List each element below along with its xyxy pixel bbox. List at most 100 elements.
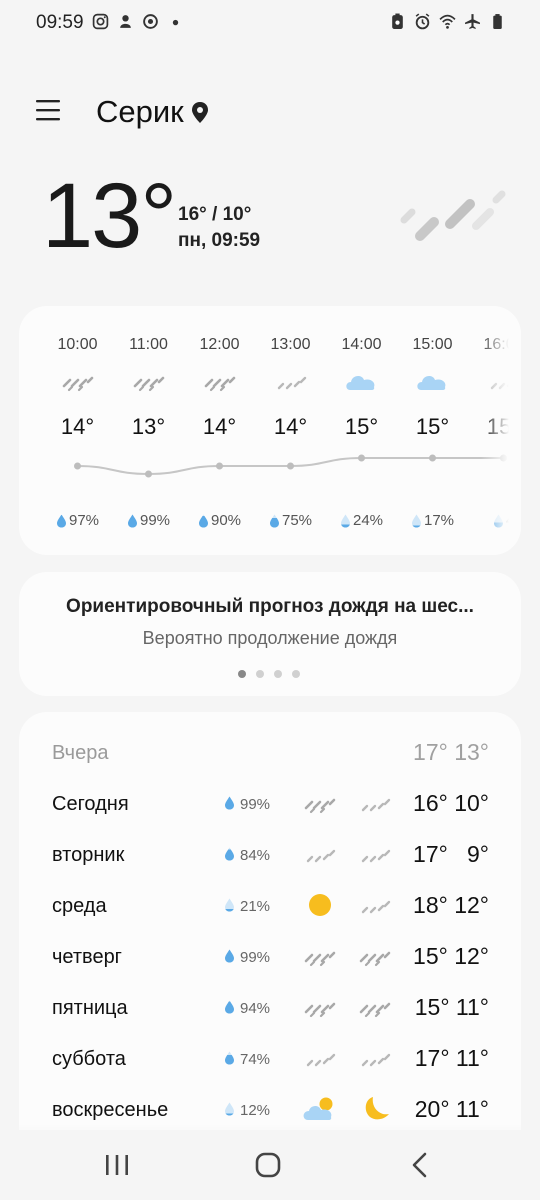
hourly-precipitation: 24%	[326, 512, 397, 529]
hourly-time: 13:00	[270, 336, 311, 353]
day-precipitation: 99%	[240, 796, 271, 813]
airplane-icon	[465, 14, 480, 29]
rain-icon	[133, 376, 165, 392]
app-icon-2	[143, 14, 158, 29]
city-name[interactable]: Серик	[96, 94, 184, 130]
trend-point	[429, 454, 436, 462]
status-time: 09:59	[36, 12, 84, 33]
dot-icon	[172, 19, 179, 26]
rain-icon	[400, 190, 506, 241]
rain-forecast-subtitle: Вероятно продолжение дождя	[142, 628, 398, 648]
precipitation-drop-icon	[225, 1102, 234, 1116]
hourly-temperature: 14°	[60, 414, 95, 439]
scroll-fade	[481, 306, 521, 555]
hourly-precipitation-value: 17%	[423, 512, 455, 529]
back-icon[interactable]	[400, 1148, 440, 1182]
day-name: пятница	[52, 997, 128, 1019]
rain-icon	[204, 376, 236, 392]
rain-icon	[62, 376, 94, 392]
daily-row[interactable]: четверг 99% 15° 12°	[19, 937, 521, 977]
day-precipitation: 21%	[240, 898, 271, 915]
daily-row[interactable]: пятница 94% 15° 11°	[19, 988, 521, 1028]
light-rain-icon	[361, 849, 391, 863]
hourly-time: 15:00	[412, 336, 453, 353]
alarm-icon	[415, 13, 430, 30]
temperature-trend-line	[74, 454, 507, 478]
hourly-temperature: 15°	[415, 414, 450, 439]
day-high-low: 15° 12°	[413, 943, 489, 969]
day-name: Сегодня	[52, 793, 129, 815]
day-name: Вчера	[52, 742, 109, 764]
location-pin-icon	[192, 102, 208, 123]
light-rain-icon	[361, 1053, 391, 1067]
hourly-time: 11:00	[129, 336, 168, 353]
hourly-forecast-card[interactable]: 10:00 14° 97% 11:00 13° 99% 12:00 14° 90% 13:0…	[19, 306, 521, 555]
daily-row[interactable]: Сегодня 99% 16° 10°	[19, 784, 521, 824]
hourly-temperature: 13°	[131, 414, 166, 439]
hourly-precipitation-value: 24%	[352, 512, 384, 529]
precipitation-drop-icon	[411, 514, 421, 527]
current-temperature: 13°	[42, 165, 177, 267]
day-name: вторник	[52, 844, 125, 866]
day-precipitation: 94%	[240, 1000, 271, 1017]
rain-icon	[359, 951, 391, 967]
precipitation-drop-icon	[225, 1000, 234, 1014]
day-high-low: 18° 12°	[413, 892, 489, 918]
daily-row[interactable]: суббота 74% 17° 11°	[19, 1039, 521, 1079]
sun-icon	[309, 894, 331, 916]
light-rain-icon	[306, 1053, 336, 1067]
precipitation-drop-icon	[225, 898, 234, 912]
precipitation-drop-icon	[340, 514, 350, 527]
trend-point	[74, 462, 81, 470]
current-high-low: 16° / 10°	[178, 204, 252, 225]
precipitation-drop-icon	[127, 514, 137, 527]
hourly-time: 10:00	[57, 336, 98, 353]
partly-cloudy-icon	[303, 1097, 333, 1120]
page-indicator	[238, 670, 300, 678]
light-rain-icon	[306, 849, 336, 863]
page-dot	[292, 670, 300, 678]
day-name: суббота	[52, 1048, 126, 1070]
rain-icon	[304, 1002, 336, 1018]
daily-row[interactable]: среда 21% 18° 12°	[19, 886, 521, 926]
rain-forecast-card[interactable]: Ориентировочный прогноз дождя на шес... …	[19, 572, 521, 696]
app-icon	[120, 15, 131, 28]
hourly-precipitation-value: 99%	[139, 512, 171, 529]
trend-point	[216, 462, 223, 470]
day-high-low: 17° 11°	[414, 1045, 489, 1071]
menu-button[interactable]	[36, 98, 62, 124]
page-dot	[238, 670, 246, 678]
page-dot	[256, 670, 264, 678]
day-name: четверг	[52, 946, 122, 968]
precipitation-drop-icon	[56, 514, 66, 527]
hourly-precipitation: 75%	[255, 512, 326, 529]
trend-point	[358, 454, 365, 462]
battery-icon	[493, 14, 502, 29]
hourly-temperature: 14°	[273, 414, 308, 439]
instagram-icon	[92, 13, 109, 30]
day-high-low: 20° 11°	[414, 1096, 489, 1122]
status-bar: 09:59	[0, 0, 540, 46]
daily-row[interactable]: Вчера 17° 13°	[19, 733, 521, 773]
hourly-precipitation: 90%	[184, 512, 255, 529]
rain-icon	[359, 1002, 391, 1018]
daily-row[interactable]: вторник 84% 17° 9°	[19, 835, 521, 875]
current-date-time: пн, 09:59	[178, 230, 261, 251]
hourly-temperature: 15°	[344, 414, 379, 439]
navigation-bar	[0, 1130, 540, 1200]
trend-point	[287, 462, 294, 470]
rain-icon	[304, 951, 336, 967]
hourly-precipitation-value: 97%	[68, 512, 100, 529]
cloud-icon	[417, 376, 446, 390]
daily-forecast-card[interactable]: Вчера 17° 13° Сегодня 99% 16° 10° вторник 84…	[19, 712, 521, 1142]
recent-apps-icon[interactable]	[97, 1148, 137, 1182]
day-high-low: 16° 10°	[413, 790, 489, 816]
day-high-low: 17° 13°	[413, 739, 489, 765]
precipitation-drop-icon	[198, 514, 208, 527]
light-rain-icon	[277, 376, 307, 390]
precipitation-drop-icon	[225, 796, 234, 810]
home-icon[interactable]	[248, 1148, 288, 1182]
light-rain-icon	[361, 900, 391, 914]
rain-forecast-title: Ориентировочный прогноз дождя на шес...	[66, 596, 474, 617]
hourly-time: 14:00	[341, 336, 382, 353]
